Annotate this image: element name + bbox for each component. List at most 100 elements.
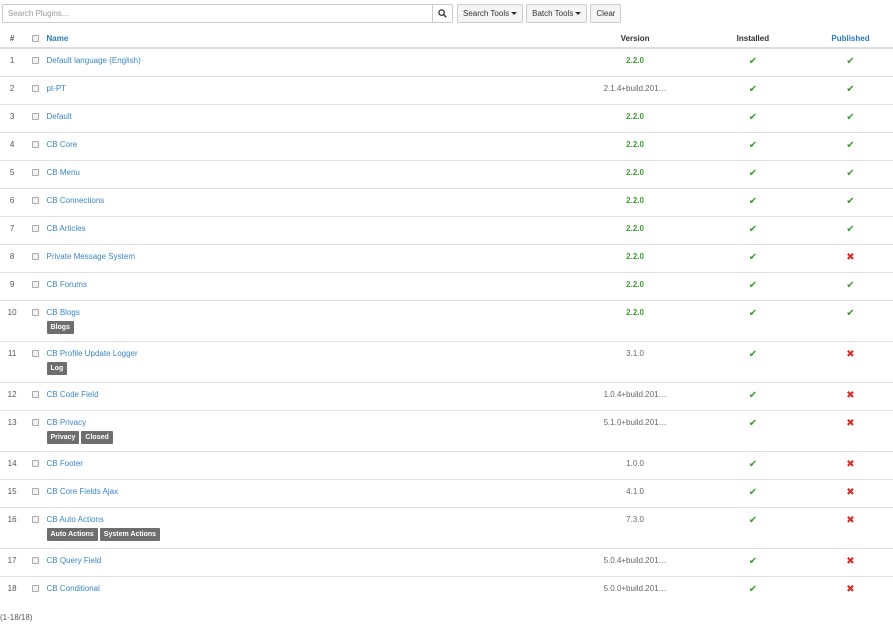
name-cell: CB Blogs Blogs <box>46 299 573 341</box>
row-checkbox[interactable] <box>31 280 39 288</box>
unpublished-cross-icon[interactable]: ✖ <box>846 556 854 567</box>
row-number: 15 <box>0 478 25 507</box>
header-name[interactable]: Name <box>46 30 573 49</box>
row-check-cell <box>24 75 47 104</box>
unpublished-cross-icon[interactable]: ✖ <box>846 584 854 595</box>
row-checkbox[interactable] <box>31 57 39 64</box>
row-checkbox[interactable] <box>31 112 39 120</box>
row-check-cell <box>24 47 47 76</box>
published-check-icon[interactable]: ✔ <box>846 84 854 95</box>
check-icon: ✔ <box>748 307 758 319</box>
name-cell: CB Core <box>46 131 573 160</box>
published-check-icon[interactable]: ✔ <box>846 224 854 235</box>
row-checkbox[interactable] <box>31 459 39 467</box>
plugin-name-link[interactable]: Default language (English) <box>47 56 141 65</box>
row-checkbox[interactable] <box>31 556 39 564</box>
row-checkbox[interactable] <box>31 418 39 426</box>
plugin-version: 1.0.0 <box>626 458 644 468</box>
version-cell: 1.0.0 <box>572 450 698 479</box>
plugin-name-link[interactable]: CB Blogs <box>47 308 80 317</box>
plugin-name-link[interactable]: CB Auto Actions <box>47 515 104 524</box>
published-check-icon[interactable]: ✔ <box>846 196 854 207</box>
published-check-icon[interactable]: ✔ <box>846 140 854 151</box>
search-button[interactable] <box>432 4 453 23</box>
row-checkbox[interactable] <box>31 349 39 357</box>
check-icon: ✔ <box>748 139 758 151</box>
plugin-name-link[interactable]: CB Query Field <box>47 556 102 565</box>
unpublished-cross-icon[interactable]: ✖ <box>846 515 854 526</box>
plugin-name-link[interactable]: CB Forums <box>47 280 87 289</box>
row-check-cell <box>24 159 47 188</box>
search-input[interactable] <box>2 4 432 23</box>
table-row: 7 CB Articles 2.2.0 ✔ ✔ <box>0 215 893 244</box>
row-checkbox[interactable] <box>31 196 39 204</box>
plugin-name-link[interactable]: Default <box>47 112 72 121</box>
row-checkbox[interactable] <box>31 487 39 495</box>
header-published[interactable]: Published <box>808 30 893 49</box>
row-number: 9 <box>0 271 25 300</box>
published-check-icon[interactable]: ✔ <box>846 168 854 179</box>
clear-button[interactable]: Clear <box>590 4 622 23</box>
plugin-version: 2.2.0 <box>626 223 644 233</box>
name-cell: Default language (English) <box>46 47 573 76</box>
row-checkbox[interactable] <box>31 224 39 232</box>
plugin-name-link[interactable]: Private Message System <box>47 252 135 261</box>
version-cell: 2.2.0 <box>572 243 698 272</box>
published-check-icon[interactable]: ✔ <box>846 280 854 291</box>
plugin-name-link[interactable]: CB Privacy <box>47 418 87 427</box>
unpublished-cross-icon[interactable]: ✖ <box>846 418 854 429</box>
name-cell: CB Footer <box>46 450 573 479</box>
select-all-checkbox[interactable] <box>31 34 39 42</box>
version-cell: 5.1.0+build.201… <box>572 409 698 451</box>
unpublished-cross-icon[interactable]: ✖ <box>846 487 854 498</box>
plugin-name-link[interactable]: CB Core <box>47 140 78 149</box>
plugin-name-link[interactable]: CB Code Field <box>47 390 99 399</box>
badge-group: Privacy Closed <box>46 430 573 444</box>
tag-badge: Auto Actions <box>46 527 98 541</box>
plugin-name-link[interactable]: CB Profile Update Logger <box>47 349 138 358</box>
version-cell: 1.0.4+build.201… <box>572 381 698 410</box>
row-checkbox[interactable] <box>31 168 39 176</box>
plugin-name-link[interactable]: CB Connections <box>47 196 105 205</box>
plugin-version: 2.1.4+build.201… <box>603 83 667 93</box>
name-cell: CB Query Field <box>46 547 573 576</box>
plugin-name-link[interactable]: CB Core Fields Ajax <box>47 487 119 496</box>
batch-tools-button[interactable]: Batch Tools <box>526 4 588 23</box>
check-icon: ✔ <box>748 555 758 567</box>
installed-cell: ✔ <box>697 450 808 479</box>
plugin-version: 2.2.0 <box>626 56 644 65</box>
unpublished-cross-icon[interactable]: ✖ <box>846 459 854 470</box>
published-check-icon[interactable]: ✔ <box>846 112 854 123</box>
published-check-icon[interactable]: ✔ <box>846 308 854 319</box>
row-checkbox[interactable] <box>31 308 39 316</box>
plugin-name-link[interactable]: CB Articles <box>47 224 86 233</box>
toolbar: Search Tools Batch Tools Clear <box>2 4 622 23</box>
plugin-name-link[interactable]: pt-PT <box>47 84 67 93</box>
version-cell: 2.2.0 <box>572 47 698 76</box>
row-checkbox[interactable] <box>31 84 39 92</box>
row-checkbox[interactable] <box>31 584 39 592</box>
name-cell: CB Auto Actions Auto Actions System Action… <box>46 506 573 548</box>
plugin-name-link[interactable]: CB Menu <box>47 168 80 177</box>
row-checkbox[interactable] <box>31 252 39 260</box>
row-checkbox[interactable] <box>31 390 39 398</box>
unpublished-cross-icon[interactable]: ✖ <box>846 349 854 360</box>
row-check-cell <box>24 299 47 341</box>
published-cell: ✖ <box>808 547 893 576</box>
unpublished-cross-icon[interactable]: ✖ <box>846 252 854 263</box>
version-cell: 5.0.0+build.201… <box>572 575 698 604</box>
search-tools-button[interactable]: Search Tools <box>457 4 524 23</box>
row-checkbox[interactable] <box>31 140 39 148</box>
published-check-icon[interactable]: ✔ <box>846 56 854 67</box>
version-cell: 2.2.0 <box>572 271 698 300</box>
table-row: 5 CB Menu 2.2.0 ✔ ✔ <box>0 159 893 188</box>
plugin-name-link[interactable]: CB Conditional <box>47 584 100 593</box>
plugin-version: 2.2.0 <box>626 111 644 121</box>
unpublished-cross-icon[interactable]: ✖ <box>846 390 854 401</box>
row-number: 14 <box>0 450 25 479</box>
row-number: 18 <box>0 575 25 604</box>
plugin-name-link[interactable]: CB Footer <box>47 459 83 468</box>
row-checkbox[interactable] <box>31 515 39 523</box>
installed-cell: ✔ <box>697 47 808 76</box>
header-num: # <box>0 30 25 49</box>
